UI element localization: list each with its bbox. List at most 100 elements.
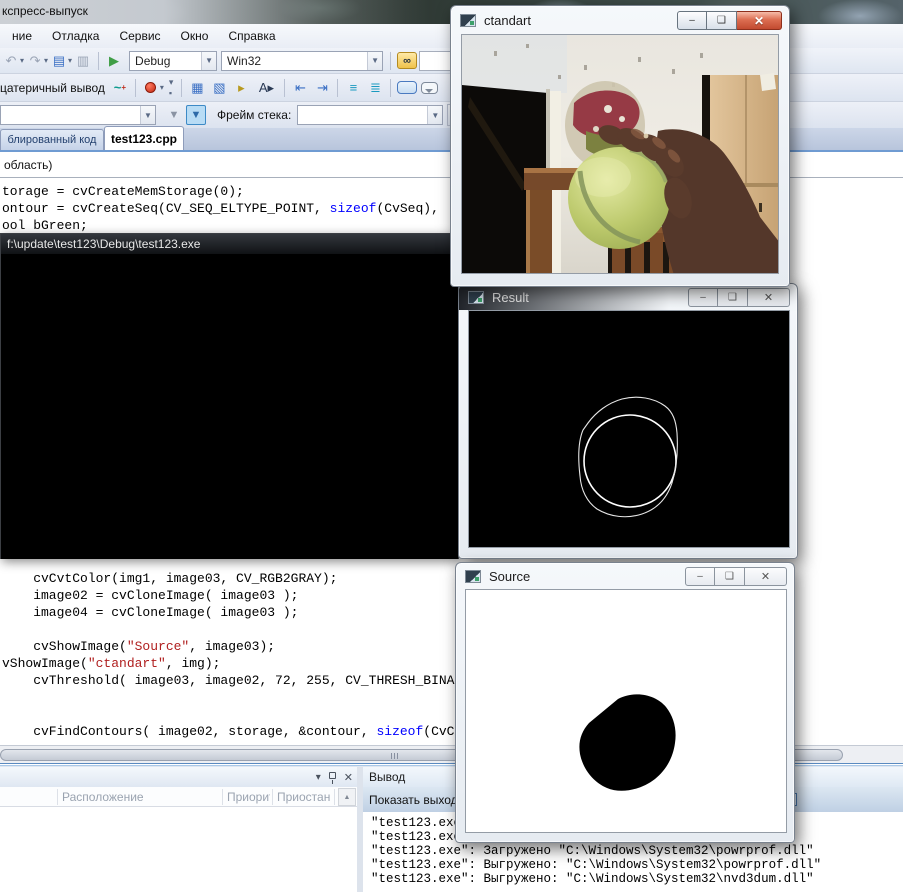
cursor-select-icon[interactable]: ▸: [231, 78, 251, 98]
pin-icon[interactable]: [329, 772, 336, 779]
separator: [284, 79, 285, 97]
close-button[interactable]: ✕: [745, 567, 787, 586]
console-body: [1, 254, 458, 559]
window-icon: [468, 291, 484, 304]
separator: [390, 79, 391, 97]
code-line: [2, 621, 462, 638]
separator: [337, 79, 338, 97]
result-titlebar[interactable]: Result – ❑ ✕: [459, 284, 797, 310]
minimize-button[interactable]: –: [677, 11, 707, 30]
separator: [135, 79, 136, 97]
window-controls: – ❑ ✕: [688, 288, 790, 307]
indent-icon[interactable]: ⇥: [312, 78, 332, 98]
menu-item-Справка[interactable]: Справка: [218, 26, 285, 46]
find-in-files-icon[interactable]: ∞: [397, 52, 417, 69]
source-titlebar[interactable]: Source – ❑ ✕: [456, 563, 794, 589]
filter-active-icon[interactable]: ▼: [186, 105, 206, 125]
redo-icon[interactable]: ↷: [25, 51, 45, 71]
code-block-top: torage = cvCreateMemStorage(0);ontour = …: [2, 183, 439, 234]
chevron-down-icon[interactable]: ▼: [140, 106, 155, 124]
hex-output-label[interactable]: цатеричный вывод: [0, 81, 105, 95]
line-numbers-icon[interactable]: ≡: [343, 78, 363, 98]
breakpoint-icon[interactable]: [141, 78, 161, 98]
navigate-forward-icon[interactable]: ▥: [73, 51, 93, 71]
ctandart-window[interactable]: ctandart – ❑ ✕: [450, 5, 790, 287]
menu-item-Сервис[interactable]: Сервис: [109, 26, 170, 46]
filter-icon[interactable]: ▼: [164, 105, 184, 125]
tab-disassembly[interactable]: блированный код: [0, 129, 104, 150]
result-window[interactable]: Result – ❑ ✕: [458, 283, 798, 559]
maximize-button[interactable]: ❑: [715, 567, 745, 586]
chevron-down-icon[interactable]: ▾: [160, 83, 164, 92]
threads-panel: ▾ ✕ Расположение Приорит Приостан ▲: [0, 767, 357, 892]
console-title-text: f:\update\test123\Debug\test123.exe: [7, 237, 200, 251]
start-debugging-icon[interactable]: ▶: [104, 51, 124, 71]
threads-panel-header: ▾ ✕: [0, 767, 357, 787]
configuration-combobox[interactable]: Debug ▼: [129, 51, 217, 71]
threads-list[interactable]: [0, 807, 357, 892]
chevron-down-icon: ▾: [68, 56, 72, 65]
show-output-from-label: Показать выходн: [369, 793, 464, 807]
comment-icon[interactable]: [421, 82, 438, 94]
stack-frame-combobox[interactable]: ▼: [297, 105, 443, 125]
bookmark-box-icon[interactable]: [397, 81, 417, 94]
menu-item-Окно[interactable]: Окно: [171, 26, 219, 46]
outdent-icon[interactable]: ⇤: [290, 78, 310, 98]
vs-window-title: кспресс-выпуск: [2, 4, 88, 18]
screen: кспресс-выпуск ниеОтладкаСервисОкноСправ…: [0, 0, 903, 892]
toolbar-grip[interactable]: ▾▪: [169, 77, 173, 98]
code-line: ontour = cvCreateSeq(CV_SEQ_ELTYPE_POINT…: [2, 200, 439, 217]
output-line: "test123.exe": Выгружено: "C:\Windows\Sy…: [371, 858, 903, 872]
source-image: [465, 589, 787, 833]
scope-dropdown-value[interactable]: область): [0, 158, 52, 172]
process-combobox[interactable]: ▼: [0, 105, 156, 125]
output-line: "test123.exe": Загружено "C:\Windows\Sys…: [371, 844, 903, 858]
window-icon: [460, 14, 476, 27]
column-suspended[interactable]: Приостан: [277, 790, 332, 804]
chevron-down-icon[interactable]: ▼: [201, 52, 216, 70]
column-location[interactable]: Расположение: [62, 790, 144, 804]
word-wrap-icon[interactable]: ≣: [365, 78, 385, 98]
close-button[interactable]: ✕: [748, 288, 790, 307]
webcam-image: [461, 34, 779, 274]
maximize-button[interactable]: ❑: [707, 11, 737, 30]
configuration-value: Debug: [135, 54, 170, 68]
close-button[interactable]: ✕: [737, 11, 782, 30]
scroll-up-icon[interactable]: ▲: [338, 788, 356, 806]
text-navigate-icon[interactable]: A▸: [253, 78, 279, 98]
minimize-button[interactable]: –: [685, 567, 715, 586]
menu-item-ние[interactable]: ние: [2, 26, 42, 46]
chevron-down-icon[interactable]: ▼: [427, 106, 442, 124]
undo-icon[interactable]: ↶: [1, 51, 21, 71]
platform-value: Win32: [227, 54, 261, 68]
column-priority[interactable]: Приорит: [227, 790, 270, 804]
window-controls: – ❑ ✕: [685, 567, 787, 586]
window-menu-icon[interactable]: ▾: [316, 772, 321, 783]
result-title-text: Result: [492, 290, 529, 305]
webcam-scene: [462, 35, 779, 274]
code-line: image02 = cvCloneImage( image03 );: [2, 587, 462, 604]
code-block-bottom: cvCvtColor(img1, image03, CV_RGB2GRAY); …: [2, 570, 462, 740]
menu-item-Отладка[interactable]: Отладка: [42, 26, 109, 46]
source-window[interactable]: Source – ❑ ✕: [455, 562, 795, 843]
window-controls: – ❑ ✕: [677, 11, 782, 30]
close-icon[interactable]: ✕: [344, 771, 353, 784]
maximize-button[interactable]: ❑: [718, 288, 748, 307]
output-title: Вывод: [369, 770, 405, 784]
navigate-backward-icon[interactable]: ▤: [49, 51, 69, 71]
ctandart-titlebar[interactable]: ctandart – ❑ ✕: [451, 6, 789, 34]
console-titlebar[interactable]: f:\update\test123\Debug\test123.exe: [1, 234, 458, 254]
squiggle-add-icon[interactable]: ~+: [110, 78, 130, 98]
code-line: cvFindContours( image02, storage, &conto…: [2, 723, 462, 740]
column-separator: [334, 789, 335, 805]
tab-test123-cpp[interactable]: test123.cpp: [104, 126, 184, 150]
paste-code-icon[interactable]: ▧: [209, 78, 229, 98]
platform-combobox[interactable]: Win32 ▼: [221, 51, 383, 71]
separator: [390, 52, 391, 70]
chevron-down-icon[interactable]: ▼: [367, 52, 382, 70]
copy-code-icon[interactable]: ▦: [187, 78, 207, 98]
separator: [98, 52, 99, 70]
threshold-blob: [466, 590, 787, 833]
console-window[interactable]: f:\update\test123\Debug\test123.exe: [0, 233, 459, 559]
minimize-button[interactable]: –: [688, 288, 718, 307]
